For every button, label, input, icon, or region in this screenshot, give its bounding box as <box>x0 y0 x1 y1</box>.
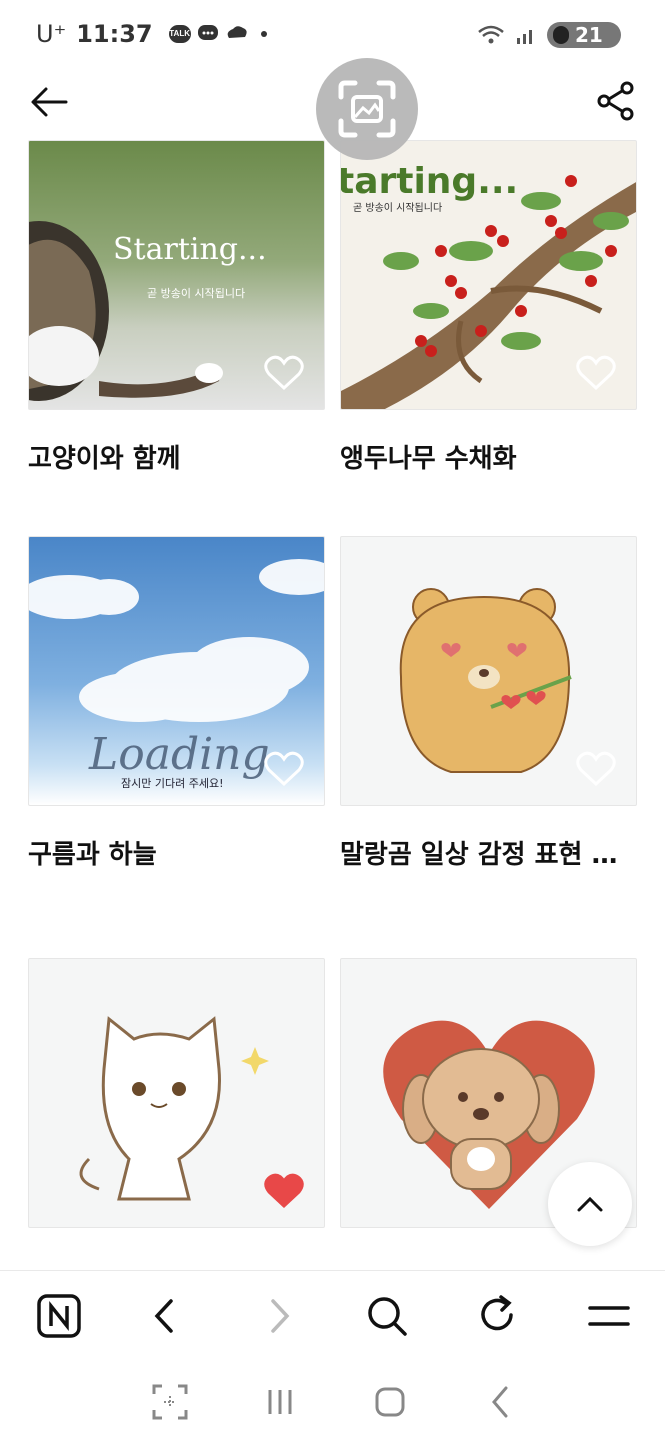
grid-card[interactable]: tarting... 곧 방송이 시작됩니다 앵두나무 수채화 <box>340 140 637 475</box>
thumb-caption: Loading <box>88 729 270 780</box>
item-title[interactable]: 말랑곰 일상 감정 표현 스... <box>340 834 637 871</box>
carrier-label: U⁺ <box>36 20 67 48</box>
thumb-subcaption: 곧 방송이 시작됩니다 <box>147 287 245 300</box>
clock: 11:37 <box>76 20 153 48</box>
item-title[interactable]: 고양이와 함께 <box>28 438 325 475</box>
search-icon[interactable] <box>364 1293 410 1339</box>
thumb-caption: Starting... <box>113 232 267 267</box>
battery-indicator: 21 <box>547 22 621 48</box>
item-title[interactable]: 구름과 하늘 <box>28 834 325 871</box>
recent-apps-icon[interactable] <box>258 1380 302 1424</box>
more-notifications-dot <box>260 31 267 37</box>
back-nav-icon[interactable] <box>143 1293 189 1339</box>
image-search-icon <box>338 80 396 138</box>
item-title[interactable]: 앵두나무 수채화 <box>340 438 637 475</box>
share-icon[interactable] <box>593 78 639 124</box>
cloud-icon <box>227 26 247 38</box>
thumb-subcaption: 곧 방송이 시작됩니다 <box>353 201 442 214</box>
notification-icons: TALK <box>168 24 267 44</box>
heart-icon[interactable] <box>576 751 616 787</box>
grid-card[interactable]: Starting... 곧 방송이 시작됩니다 고양이와 함께 <box>28 140 325 475</box>
grid-card[interactable] <box>28 958 325 1228</box>
heart-icon[interactable] <box>576 355 616 391</box>
screen-capture-icon[interactable] <box>148 1380 192 1424</box>
status-bar: U⁺ 11:37 TALK 21 <box>0 0 665 72</box>
thumbnail-clouds-loading[interactable]: Loading 잠시만 기다려 주세요! <box>28 536 325 806</box>
status-right: 21 <box>477 22 621 48</box>
thumbnail-cat[interactable] <box>28 958 325 1228</box>
heart-icon[interactable] <box>264 355 304 391</box>
refresh-icon[interactable] <box>475 1293 521 1339</box>
home-icon[interactable] <box>368 1380 412 1424</box>
heart-icon[interactable] <box>264 751 304 787</box>
scroll-to-top-button[interactable] <box>548 1162 632 1246</box>
image-search-button[interactable] <box>316 58 418 160</box>
system-nav-bar <box>0 1360 665 1440</box>
status-left: U⁺ 11:37 TALK <box>36 20 267 48</box>
wifi-icon <box>478 25 504 44</box>
forward-nav-icon[interactable] <box>255 1293 301 1339</box>
chevron-up-icon <box>577 1196 603 1212</box>
thumbnail-cherry-tree[interactable]: tarting... 곧 방송이 시작됩니다 <box>340 140 637 410</box>
thumb-caption: tarting... <box>341 161 518 202</box>
menu-icon[interactable] <box>586 1293 632 1339</box>
grid-card[interactable]: Loading 잠시만 기다려 주세요! 구름과 하늘 <box>28 536 325 871</box>
thumbnail-bear[interactable] <box>340 536 637 806</box>
browser-toolbar <box>0 1270 665 1360</box>
chat-icon <box>197 25 218 40</box>
thumb-subcaption: 잠시만 기다려 주세요! <box>121 777 223 790</box>
thumbnail-cat-starting[interactable]: Starting... 곧 방송이 시작됩니다 <box>28 140 325 410</box>
heart-filled-icon[interactable] <box>264 1173 304 1209</box>
naver-home-icon[interactable] <box>36 1293 82 1339</box>
system-back-icon[interactable] <box>478 1380 522 1424</box>
signal-icon <box>517 30 532 44</box>
back-arrow-icon[interactable] <box>26 78 72 124</box>
talk-icon: TALK <box>168 25 191 43</box>
grid-card[interactable]: 말랑곰 일상 감정 표현 스... <box>340 536 637 871</box>
